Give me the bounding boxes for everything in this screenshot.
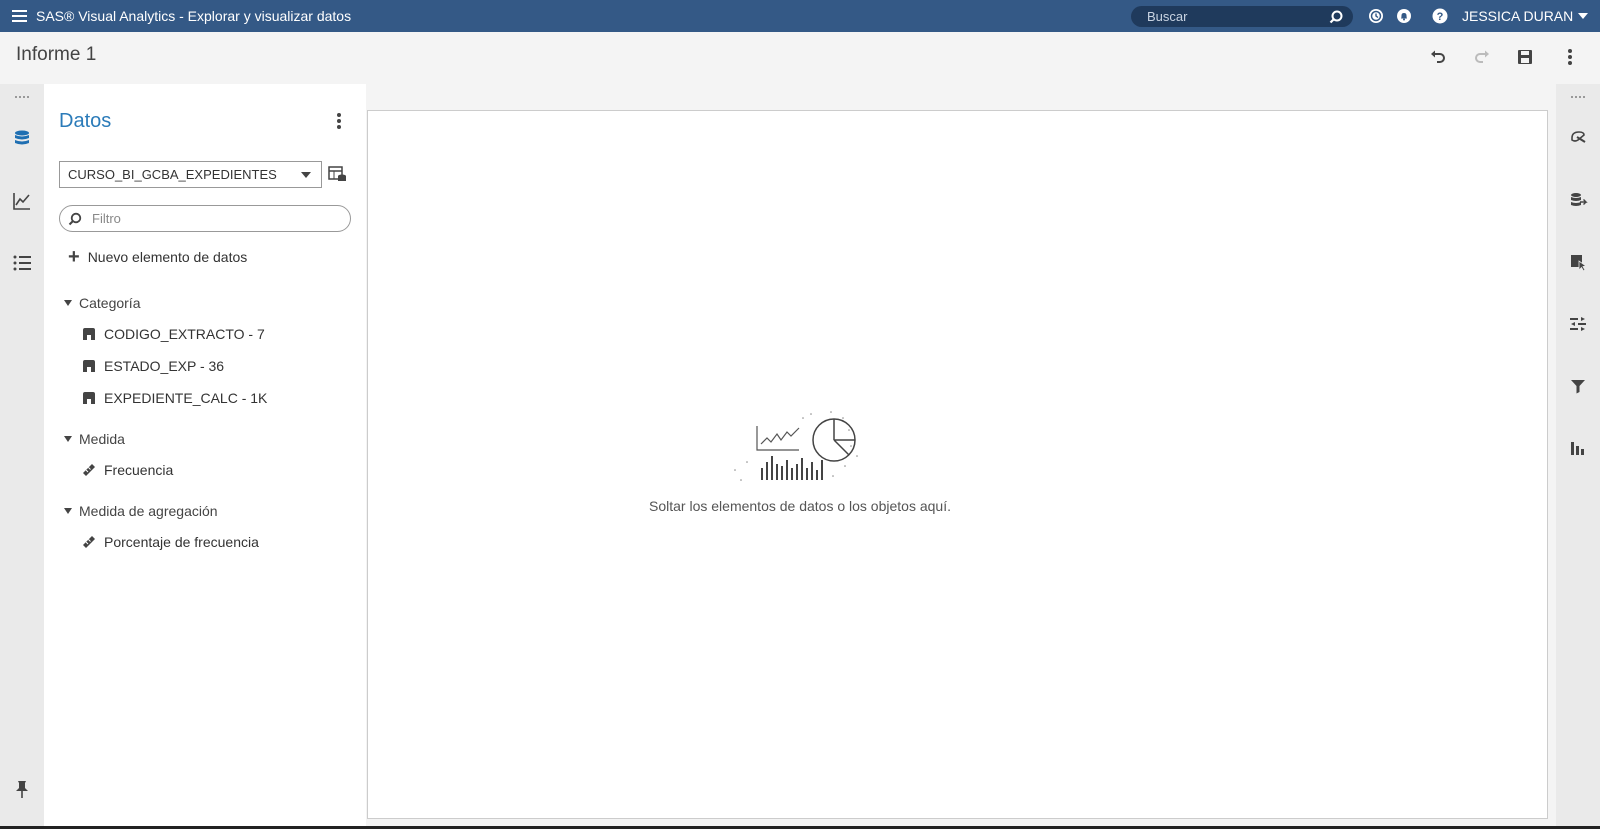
data-item[interactable]: Porcentaje de frecuencia (82, 534, 259, 550)
filter-field[interactable] (59, 205, 351, 232)
expand-triangle-icon (64, 300, 72, 306)
drop-zone-message: Soltar los elementos de datos o los obje… (649, 498, 951, 514)
filter-input[interactable] (92, 211, 332, 226)
ranks-icon[interactable] (1568, 438, 1588, 458)
data-item[interactable]: EXPEDIENTE_CALC - 1K (82, 390, 267, 406)
data-item-label: Frecuencia (104, 462, 174, 478)
data-pane-title: Datos (59, 110, 112, 132)
help-icon[interactable]: ? (1432, 8, 1448, 24)
group-aggregated-measure[interactable]: Medida de agregación (64, 503, 218, 519)
data-item-label: Porcentaje de frecuencia (104, 534, 259, 550)
search-icon[interactable] (1329, 10, 1343, 24)
undo-icon[interactable] (1428, 47, 1448, 67)
data-item[interactable]: CODIGO_EXTRACTO - 7 (82, 326, 265, 342)
data-pane-menu-icon[interactable] (334, 112, 344, 132)
report-title[interactable]: Informe 1 (16, 44, 96, 66)
right-pane-rail (1556, 84, 1600, 829)
report-canvas[interactable] (367, 110, 1548, 819)
data-icon[interactable] (11, 128, 33, 150)
group-measure[interactable]: Medida (64, 431, 125, 447)
category-icon (83, 392, 95, 404)
search-input[interactable] (1131, 9, 1321, 24)
data-item-label: EXPEDIENTE_CALC - 1K (104, 390, 268, 406)
format-icon[interactable] (1568, 128, 1588, 148)
outline-icon[interactable] (11, 252, 33, 274)
rules-icon[interactable] (1568, 314, 1588, 334)
data-pane: Datos CURSO_BI_GCBA_EXPEDIENTES + Nuevo … (44, 84, 366, 829)
group-category[interactable]: Categoría (64, 295, 140, 311)
category-icon (83, 360, 95, 372)
rail-grip-handle[interactable] (15, 96, 29, 98)
notifications-icon[interactable] (1396, 8, 1412, 24)
more-options-icon[interactable] (1560, 47, 1580, 67)
expand-triangle-icon (64, 436, 72, 442)
save-icon[interactable] (1515, 47, 1535, 67)
global-search[interactable] (1131, 6, 1353, 27)
recent-history-icon[interactable] (1368, 8, 1384, 24)
data-item-label: ESTADO_EXP - 36 (104, 358, 225, 374)
drop-zone-illustration-icon (734, 411, 858, 481)
group-label: Medida de agregación (79, 503, 218, 519)
report-header: Informe 1 (0, 32, 1600, 84)
new-data-item-label: Nuevo elemento de datos (87, 249, 248, 265)
user-name[interactable]: JESSICA DURAN (1462, 8, 1573, 24)
actions-icon[interactable] (1568, 252, 1588, 272)
redo-icon[interactable] (1472, 47, 1492, 67)
plus-icon: + (68, 246, 80, 268)
data-item-label: CODIGO_EXTRACTO - 7 (104, 326, 265, 342)
left-pane-rail (0, 84, 44, 829)
data-source-value: CURSO_BI_GCBA_EXPEDIENTES (68, 167, 277, 182)
top-banner: SAS® Visual Analytics - Explorar y visua… (0, 0, 1600, 32)
svg-text:?: ? (1437, 11, 1444, 23)
filters-icon[interactable] (1568, 376, 1588, 396)
data-item[interactable]: ESTADO_EXP - 36 (82, 358, 224, 374)
roles-icon[interactable] (1568, 190, 1588, 210)
search-icon (68, 212, 82, 226)
rail-grip-handle[interactable] (1571, 96, 1585, 98)
new-data-item-button[interactable]: + Nuevo elemento de datos (68, 246, 248, 268)
hamburger-menu-icon[interactable] (12, 0, 34, 32)
measure-icon (83, 536, 95, 548)
data-source-select[interactable]: CURSO_BI_GCBA_EXPEDIENTES (59, 161, 322, 188)
objects-icon[interactable] (11, 190, 33, 212)
group-label: Categoría (79, 295, 141, 311)
expand-triangle-icon (64, 508, 72, 514)
data-source-details-icon[interactable] (327, 164, 347, 184)
measure-icon (83, 464, 95, 476)
pin-icon[interactable] (11, 778, 33, 800)
category-icon (83, 328, 95, 340)
chevron-down-icon (301, 172, 311, 178)
data-item[interactable]: Frecuencia (82, 462, 173, 478)
user-menu-caret-icon[interactable] (1578, 13, 1588, 19)
group-label: Medida (79, 431, 125, 447)
app-title: SAS® Visual Analytics - Explorar y visua… (36, 8, 352, 24)
